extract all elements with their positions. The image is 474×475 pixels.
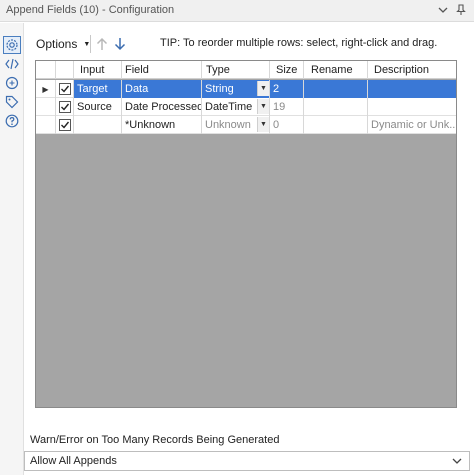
chevron-down-icon[interactable]	[451, 454, 463, 468]
chevron-down-icon[interactable]	[436, 3, 450, 17]
title-bar: Append Fields (10) - Configuration	[0, 0, 474, 22]
toolbar: Options ▼ TIP: To reorder multiple rows:…	[30, 33, 470, 55]
code-icon[interactable]	[4, 56, 20, 72]
table-row[interactable]: *Unknown Unknown ▼ 0 Dynamic or Unk...	[36, 116, 456, 134]
cell-input[interactable]: Source	[74, 98, 122, 116]
type-dropdown-icon[interactable]: ▼	[257, 81, 269, 96]
column-header-description[interactable]: Description	[368, 61, 456, 79]
options-label: Options	[36, 37, 78, 51]
cell-description[interactable]: Dynamic or Unk...	[368, 116, 456, 134]
table-row[interactable]: ▶ Target Data String ▼ 2	[36, 80, 456, 98]
current-row-icon: ▶	[36, 80, 56, 98]
cell-field[interactable]: *Unknown	[122, 116, 202, 134]
row-marker	[36, 116, 56, 134]
cell-rename[interactable]	[304, 98, 368, 116]
help-icon[interactable]	[4, 113, 20, 129]
cell-description[interactable]	[368, 80, 456, 98]
row-checkbox[interactable]	[58, 83, 71, 95]
grid-header: Input Field Type Size Rename Description	[36, 61, 456, 79]
type-dropdown-icon[interactable]: ▼	[257, 117, 269, 132]
settings-icon[interactable]	[3, 36, 21, 54]
cell-input[interactable]: Target	[74, 80, 122, 98]
too-many-records-label: Warn/Error on Too Many Records Being Gen…	[30, 434, 280, 446]
header-check	[56, 61, 74, 79]
connection-icon[interactable]	[4, 75, 20, 91]
column-header-size[interactable]: Size	[270, 61, 304, 79]
options-button[interactable]: Options ▼	[36, 35, 90, 53]
column-header-rename[interactable]: Rename	[304, 61, 368, 79]
move-down-icon[interactable]	[112, 35, 128, 53]
row-marker	[36, 98, 56, 116]
row-checkbox[interactable]	[58, 101, 71, 113]
cell-field[interactable]: Data	[122, 80, 202, 98]
table-row[interactable]: Source Date Processed DateTime ▼ 19	[36, 98, 456, 116]
reorder-tip: TIP: To reorder multiple rows: select, r…	[160, 37, 438, 49]
config-sidebar	[0, 23, 24, 475]
cell-input[interactable]	[74, 116, 122, 134]
header-rowmark	[36, 61, 56, 79]
append-mode-value: Allow All Appends	[30, 455, 117, 467]
append-mode-select[interactable]: Allow All Appends	[24, 451, 470, 471]
cell-field[interactable]: Date Processed	[122, 98, 202, 116]
cell-rename[interactable]	[304, 116, 368, 134]
column-header-field[interactable]: Field	[122, 61, 202, 79]
cell-rename[interactable]	[304, 80, 368, 98]
cell-size[interactable]: 2	[270, 80, 304, 98]
tag-icon[interactable]	[4, 94, 20, 110]
cell-size[interactable]: 19	[270, 98, 304, 116]
row-checkbox[interactable]	[58, 119, 71, 131]
window-title: Append Fields (10) - Configuration	[6, 4, 175, 16]
cell-description[interactable]	[368, 98, 456, 116]
move-up-icon[interactable]	[94, 35, 110, 53]
pin-icon[interactable]	[454, 3, 468, 17]
column-header-type[interactable]: Type	[202, 61, 270, 79]
cell-size[interactable]: 0	[270, 116, 304, 134]
column-header-input[interactable]: Input	[74, 61, 122, 79]
toolbar-separator	[90, 35, 91, 53]
field-grid: Input Field Type Size Rename Description…	[35, 60, 457, 408]
type-dropdown-icon[interactable]: ▼	[257, 99, 269, 114]
